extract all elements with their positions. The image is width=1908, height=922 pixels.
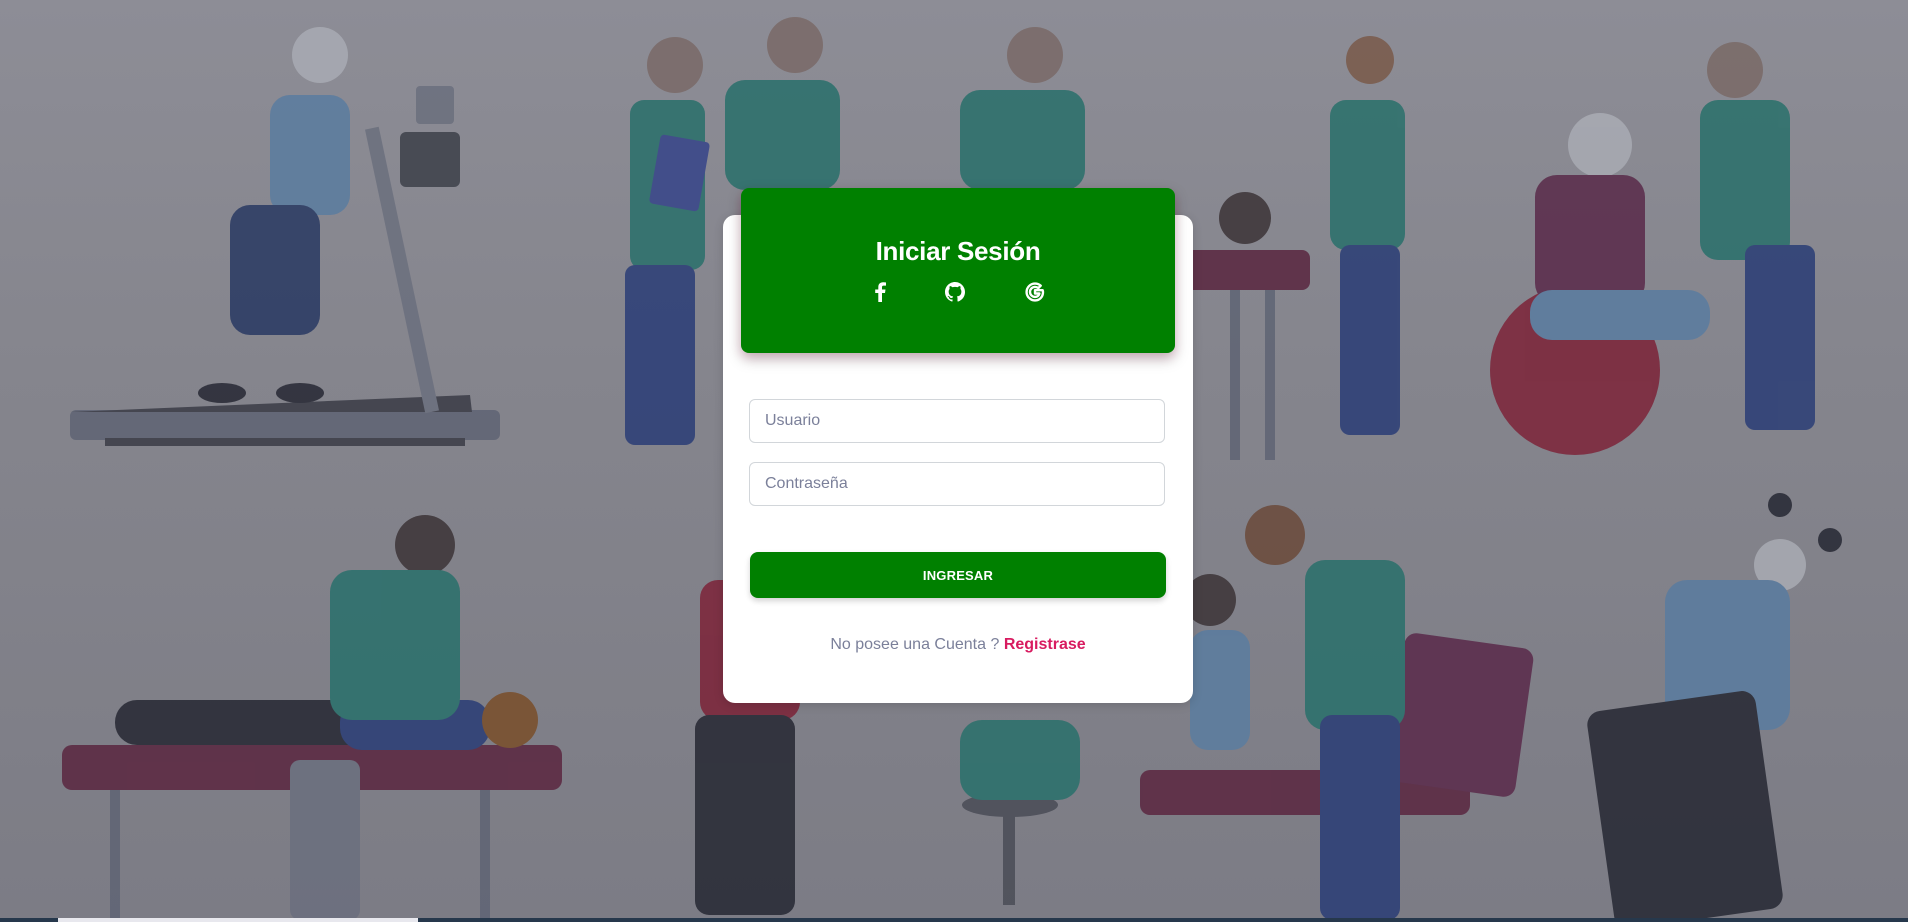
facebook-login-button[interactable] — [868, 280, 892, 304]
github-login-button[interactable] — [943, 280, 967, 304]
register-prompt-text: No posee una Cuenta ? — [830, 636, 1000, 653]
login-title: Iniciar Sesión — [875, 236, 1041, 266]
register-prompt-row: No posee una Cuenta ? Registrase — [723, 636, 1193, 654]
facebook-icon — [875, 282, 886, 302]
massage-table-figure — [62, 515, 562, 920]
exercise-ball-figure — [1490, 42, 1815, 455]
google-login-button[interactable] — [1023, 280, 1047, 304]
register-link[interactable]: Registrase — [1004, 636, 1086, 653]
password-input[interactable] — [749, 462, 1165, 506]
google-icon — [1025, 282, 1045, 302]
bed-patient-figure — [1180, 36, 1405, 460]
bottom-strip-highlight — [58, 918, 418, 922]
login-card-header: Iniciar Sesión — [741, 188, 1175, 353]
login-submit-button[interactable]: INGRESAR — [750, 552, 1166, 598]
stretching-person-figure — [1587, 493, 1842, 922]
username-input[interactable] — [749, 399, 1165, 443]
treadmill-figure — [70, 27, 500, 446]
github-icon — [945, 282, 965, 302]
